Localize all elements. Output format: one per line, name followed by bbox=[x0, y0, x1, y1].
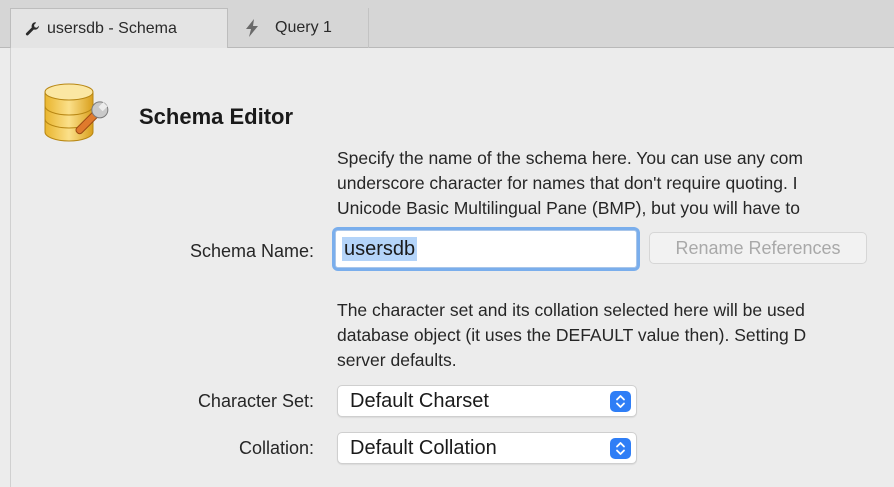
collation-select[interactable]: Default Collation bbox=[337, 432, 637, 464]
charset-description: The character set and its collation sele… bbox=[337, 298, 806, 373]
rename-references-button[interactable]: Rename References bbox=[649, 232, 867, 264]
editor-title: Schema Editor bbox=[139, 104, 294, 129]
tab-query-1[interactable]: Query 1 bbox=[229, 8, 369, 48]
schema-name-label: Schema Name: bbox=[189, 241, 314, 261]
character-set-value: Default Charset bbox=[350, 389, 489, 412]
schema-name-value: usersdb bbox=[342, 237, 418, 261]
tab-usersdb-schema[interactable]: usersdb - Schema bbox=[10, 8, 228, 48]
description-line: underscore character for names that don'… bbox=[337, 173, 798, 193]
database-wrench-icon bbox=[41, 82, 113, 159]
description-line: Specify the name of the schema here. You… bbox=[337, 148, 803, 168]
schema-editor-panel: Schema Editor Specify the name of the sc… bbox=[10, 48, 894, 487]
tab-label: Query 1 bbox=[275, 19, 332, 36]
description-line: The character set and its collation sele… bbox=[337, 300, 805, 320]
character-set-select[interactable]: Default Charset bbox=[337, 385, 637, 417]
updown-chevron-icon bbox=[610, 391, 631, 412]
description-line: server defaults. bbox=[337, 350, 457, 370]
description-line: database object (it uses the DEFAULT val… bbox=[337, 325, 807, 345]
wrench-icon bbox=[25, 21, 41, 37]
collation-label: Collation: bbox=[238, 438, 314, 458]
collation-value: Default Collation bbox=[350, 436, 497, 459]
schema-name-description: Specify the name of the schema here. You… bbox=[337, 146, 803, 221]
schema-name-input[interactable]: usersdb bbox=[335, 230, 637, 268]
description-line: Unicode Basic Multilingual Pane (BMP), b… bbox=[337, 198, 800, 218]
tab-bar: usersdb - Schema Query 1 bbox=[0, 0, 894, 48]
character-set-label: Character Set: bbox=[197, 391, 314, 411]
updown-chevron-icon bbox=[610, 438, 631, 459]
tab-label: usersdb - Schema bbox=[47, 19, 177, 37]
lightning-icon bbox=[245, 19, 259, 37]
